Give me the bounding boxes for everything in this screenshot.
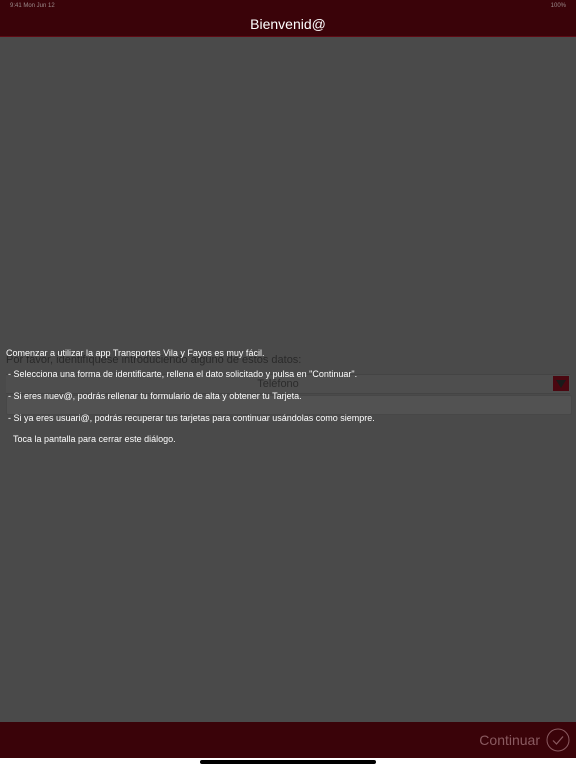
dialog-step-select: - Selecciona una forma de identificarte,… — [8, 369, 358, 379]
home-indicator[interactable] — [200, 760, 376, 764]
status-time: 9:41 Mon Jun 12 — [10, 3, 55, 9]
bottom-toolbar: Continuar — [0, 722, 576, 758]
dialog-step-new-user: - Si eres nuev@, podrás rellenar tu form… — [8, 391, 302, 401]
continue-label: Continuar — [479, 732, 540, 748]
dialog-close-hint: Toca la pantalla para cerrar este diálog… — [13, 434, 176, 444]
dialog-intro: Comenzar a utilizar la app Transportes V… — [6, 348, 265, 358]
continue-button[interactable]: Continuar — [479, 727, 570, 753]
status-bar: 9:41 Mon Jun 12 100% — [0, 0, 576, 12]
status-battery: 100% — [550, 3, 566, 9]
check-circle-icon — [546, 728, 570, 752]
dialog-step-existing-user: - Si ya eres usuari@, podrás recuperar t… — [8, 413, 375, 423]
main-content[interactable]: Por favor, identifíquese introduciendo a… — [0, 37, 576, 722]
navigation-bar: Bienvenid@ — [0, 12, 576, 37]
page-title: Bienvenid@ — [250, 16, 326, 32]
welcome-dialog-overlay[interactable]: Comenzar a utilizar la app Transportes V… — [0, 37, 576, 722]
